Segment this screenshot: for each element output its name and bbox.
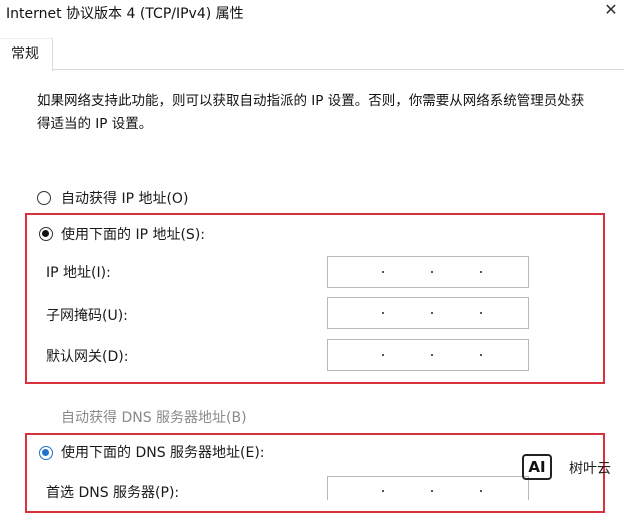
subnet-mask-input[interactable] <box>327 297 529 329</box>
manual-ip-radio[interactable] <box>39 227 53 241</box>
close-icon[interactable]: ✕ <box>603 2 619 18</box>
watermark-text: 树叶云 <box>569 461 611 477</box>
subnet-mask-label: 子网掩码(U): <box>46 308 128 324</box>
auto-ip-radio[interactable] <box>37 191 51 205</box>
manual-dns-radio[interactable] <box>39 446 53 460</box>
window-title: Internet 协议版本 4 (TCP/IPv4) 属性 <box>6 6 244 22</box>
auto-dns-label: 自动获得 DNS 服务器地址(B) <box>61 410 247 426</box>
ip-address-label: IP 地址(I): <box>46 265 111 281</box>
ip-address-input[interactable] <box>327 256 529 288</box>
description-text: 如果网络支持此功能，则可以获取自动指派的 IP 设置。否则，你需要从网络系统管理… <box>37 93 585 132</box>
watermark-logo: AI <box>522 454 552 480</box>
tab-general-label: 常规 <box>11 46 39 62</box>
manual-dns-label[interactable]: 使用下面的 DNS 服务器地址(E): <box>61 442 265 462</box>
default-gateway-label: 默认网关(D): <box>46 349 129 365</box>
auto-ip-label[interactable]: 自动获得 IP 地址(O) <box>61 188 188 208</box>
preferred-dns-input[interactable] <box>327 476 529 500</box>
preferred-dns-label: 首选 DNS 服务器(P): <box>46 485 180 501</box>
manual-ip-label[interactable]: 使用下面的 IP 地址(S): <box>61 224 205 244</box>
watermark: AI 树叶云 <box>522 454 622 486</box>
tab-divider <box>53 69 624 70</box>
default-gateway-input[interactable] <box>327 339 529 371</box>
